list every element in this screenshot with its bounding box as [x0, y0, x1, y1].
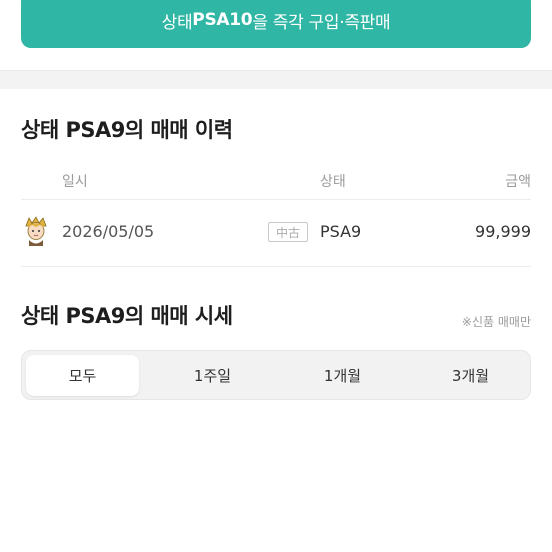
- buy-button-prefix: 상태: [161, 12, 193, 33]
- buy-button-grade: PSA10: [192, 10, 253, 30]
- buy-button-suffix: 을 즉각 구입·즉판매: [252, 12, 391, 33]
- tab-all[interactable]: 모두: [26, 355, 139, 396]
- row-date: 2026/05/05: [62, 222, 155, 241]
- tab-3-months[interactable]: 3개월: [414, 355, 527, 396]
- tab-1-week[interactable]: 1주일: [156, 355, 269, 396]
- column-header-condition: 상태: [320, 174, 346, 190]
- row-price: 99,999: [475, 222, 531, 241]
- used-badge: 中古: [268, 222, 308, 242]
- row-condition: PSA9: [320, 222, 362, 241]
- column-header-price: 금액: [505, 174, 531, 190]
- tab-1-month[interactable]: 1개월: [286, 355, 399, 396]
- section-divider: [0, 70, 552, 89]
- new-items-only-note: ※신품 매매만: [461, 315, 531, 329]
- market-price-title: 상태 PSA9의 매매 시세: [21, 304, 233, 328]
- period-tabs: 모두 1주일 1개월 3개월: [21, 350, 531, 400]
- table-row-divider: [21, 266, 531, 267]
- trade-history-title: 상태 PSA9의 매매 이력: [21, 118, 233, 142]
- user-avatar-icon: [24, 216, 48, 248]
- table-header-divider: [21, 199, 531, 200]
- instant-buy-button[interactable]: 상태 PSA10 을 즉각 구입·즉판매: [21, 0, 531, 48]
- column-header-date: 일시: [62, 174, 88, 190]
